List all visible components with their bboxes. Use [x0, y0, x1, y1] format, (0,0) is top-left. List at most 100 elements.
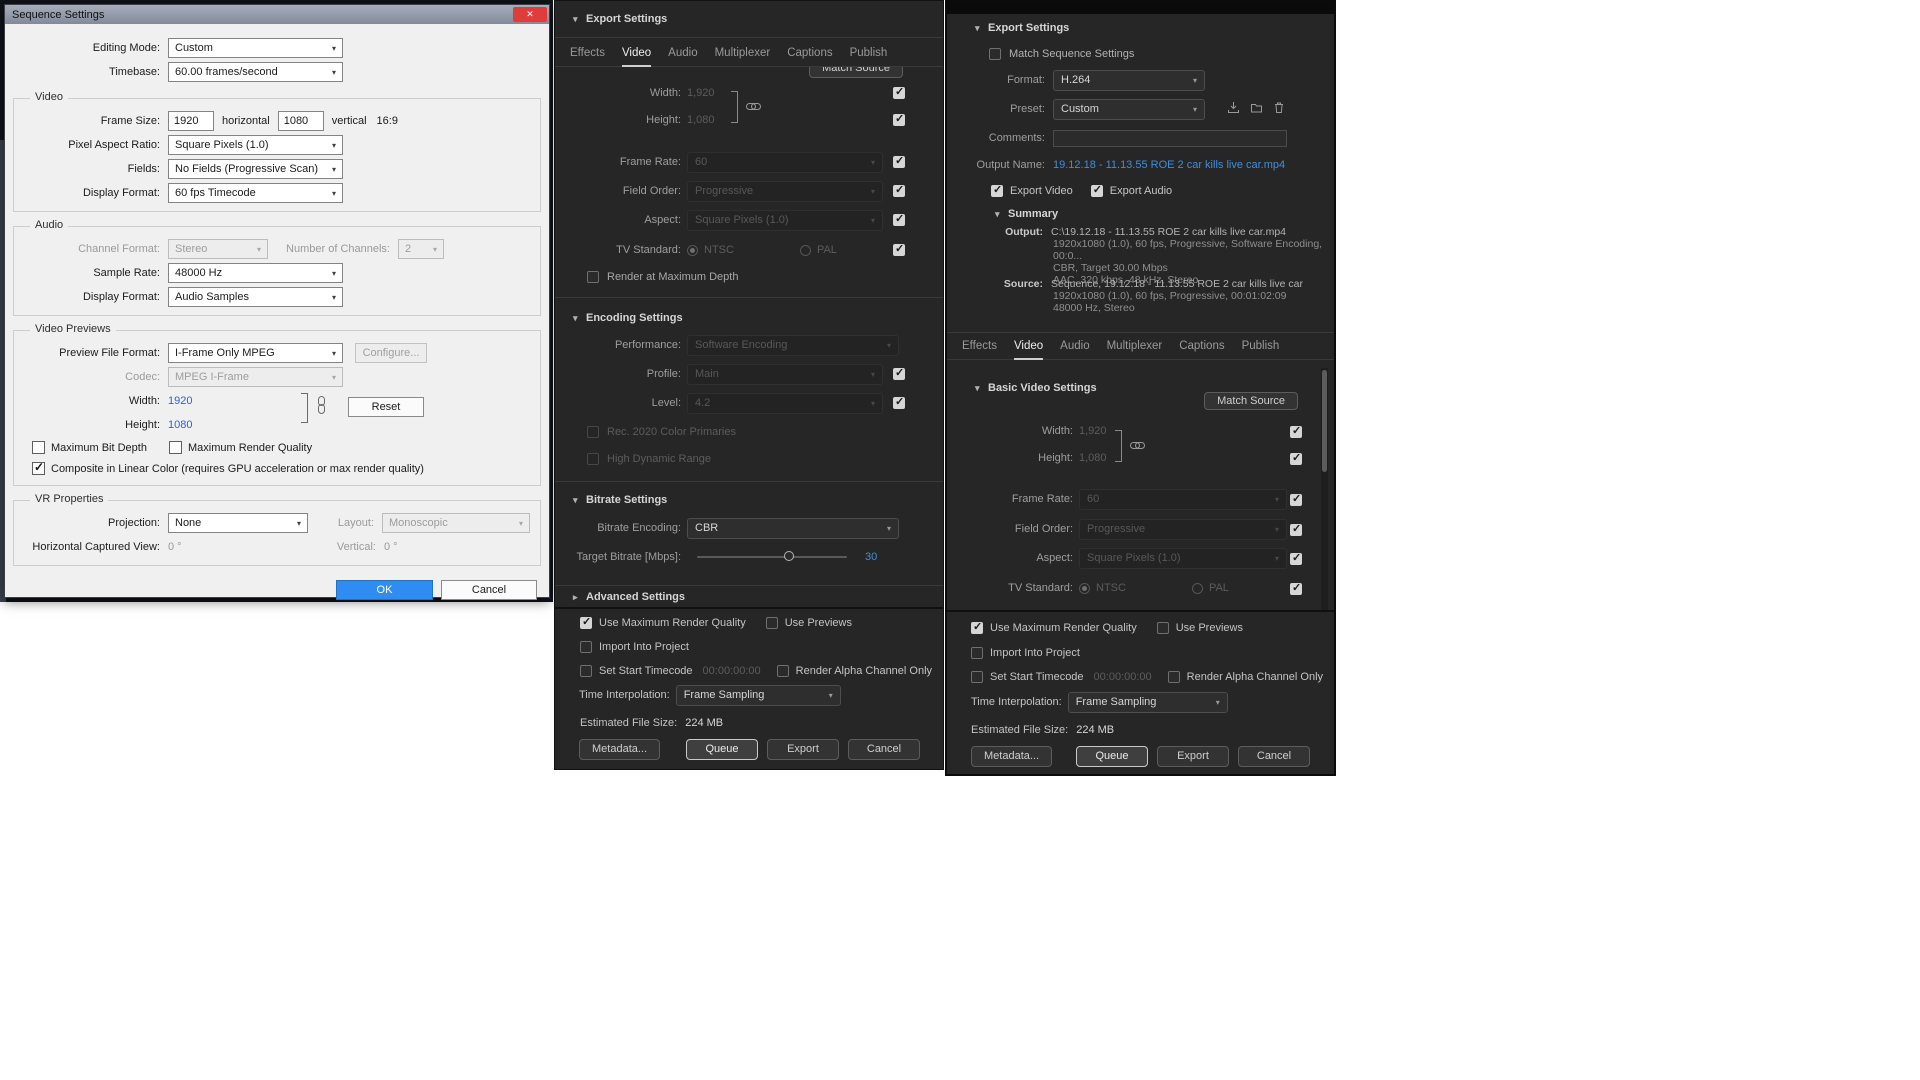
import-preset-icon[interactable]: [1250, 101, 1263, 117]
set-start-timecode-checkbox[interactable]: [580, 665, 592, 677]
editing-mode-select[interactable]: Custom: [168, 38, 343, 58]
use-previews-checkbox[interactable]: [1157, 622, 1169, 634]
tv-standard-checkbox[interactable]: [893, 244, 905, 256]
metadata-button[interactable]: Metadata...: [971, 746, 1052, 767]
width-checkbox[interactable]: [893, 87, 905, 99]
tab-effects[interactable]: Effects: [570, 47, 605, 59]
aspect-checkbox[interactable]: [1290, 553, 1302, 565]
match-sequence-checkbox[interactable]: [989, 48, 1001, 60]
collapse-triangle-icon[interactable]: [995, 209, 1008, 220]
collapse-triangle-icon[interactable]: [573, 313, 586, 324]
ok-button[interactable]: OK: [336, 580, 433, 600]
export-video-checkbox[interactable]: [991, 185, 1003, 197]
bitrate-encoding-select[interactable]: CBR: [687, 518, 899, 539]
close-icon[interactable]: [513, 7, 547, 22]
field-order-checkbox[interactable]: [1290, 524, 1302, 536]
height-checkbox[interactable]: [893, 114, 905, 126]
save-preset-icon[interactable]: [1227, 101, 1240, 117]
tab-audio[interactable]: Audio: [1060, 340, 1089, 352]
fields-select[interactable]: No Fields (Progressive Scan): [168, 159, 343, 179]
set-start-timecode-checkbox[interactable]: [971, 671, 983, 683]
collapse-triangle-icon[interactable]: [573, 592, 586, 603]
dialog-title-bar[interactable]: Sequence Settings: [5, 5, 549, 24]
queue-button[interactable]: Queue: [686, 739, 758, 760]
tab-effects[interactable]: Effects: [962, 340, 997, 352]
width-checkbox[interactable]: [1290, 426, 1302, 438]
timebase-select[interactable]: 60.00 frames/second: [168, 62, 343, 82]
height-checkbox[interactable]: [1290, 453, 1302, 465]
profile-checkbox[interactable]: [893, 368, 905, 380]
import-project-checkbox[interactable]: [971, 647, 983, 659]
cancel-button[interactable]: Cancel: [441, 580, 537, 600]
level-value: 4.2: [695, 397, 710, 409]
export-button[interactable]: Export: [767, 739, 839, 760]
collapse-triangle-icon[interactable]: [573, 495, 586, 506]
frame-rate-checkbox[interactable]: [1290, 494, 1302, 506]
scrollbar-thumb[interactable]: [1322, 370, 1327, 472]
collapse-triangle-icon[interactable]: [573, 14, 586, 25]
time-interpolation-select[interactable]: Frame Sampling: [1068, 692, 1228, 713]
frame-width-input[interactable]: 1920: [168, 111, 214, 131]
advanced-settings-header: Advanced Settings: [555, 587, 943, 607]
tab-video[interactable]: Video: [1014, 340, 1043, 352]
tab-captions[interactable]: Captions: [787, 47, 832, 59]
display-format-select[interactable]: 60 fps Timecode: [168, 183, 343, 203]
composite-linear-checkbox[interactable]: [32, 462, 45, 475]
collapse-triangle-icon[interactable]: [975, 383, 988, 394]
render-max-depth-checkbox[interactable]: [587, 271, 599, 283]
audio-display-select[interactable]: Audio Samples: [168, 287, 343, 307]
slider-handle[interactable]: [784, 551, 794, 561]
frame-rate-checkbox[interactable]: [893, 156, 905, 168]
use-previews-checkbox[interactable]: [766, 617, 778, 629]
field-order-checkbox[interactable]: [893, 185, 905, 197]
tv-standard-label: TV Standard:: [957, 582, 1073, 594]
use-max-render-checkbox[interactable]: [971, 622, 983, 634]
cancel-button[interactable]: Cancel: [848, 739, 920, 760]
aspect-checkbox[interactable]: [893, 214, 905, 226]
tab-video[interactable]: Video: [622, 47, 651, 59]
reset-button[interactable]: Reset: [348, 397, 424, 417]
tab-captions[interactable]: Captions: [1179, 340, 1224, 352]
preview-format-select[interactable]: I-Frame Only MPEG: [168, 343, 343, 363]
pal-label: PAL: [1209, 582, 1229, 594]
export-settings-panel-right: Export Settings Match Sequence Settings …: [945, 0, 1336, 776]
sample-rate-select[interactable]: 48000 Hz: [168, 263, 343, 283]
tab-multiplexer[interactable]: Multiplexer: [1107, 340, 1163, 352]
projection-select[interactable]: None: [168, 513, 308, 533]
tv-standard-checkbox[interactable]: [1290, 583, 1302, 595]
format-select[interactable]: H.264: [1053, 70, 1205, 91]
target-bitrate-value[interactable]: 30: [865, 551, 877, 563]
aspect-select: Square Pixels (1.0): [1079, 548, 1287, 569]
collapse-triangle-icon[interactable]: [975, 23, 988, 34]
output-name-link[interactable]: 19.12.18 - 11.13.55 ROE 2 car kills live…: [1053, 159, 1285, 171]
max-render-quality-checkbox[interactable]: [169, 441, 182, 454]
preview-height-value[interactable]: 1080: [168, 419, 192, 431]
render-alpha-checkbox[interactable]: [1168, 671, 1180, 683]
use-max-render-checkbox[interactable]: [580, 617, 592, 629]
link-icon[interactable]: [1129, 440, 1146, 454]
tab-publish[interactable]: Publish: [1242, 340, 1280, 352]
link-icon[interactable]: [316, 395, 327, 418]
cancel-button[interactable]: Cancel: [1238, 746, 1310, 767]
delete-preset-icon[interactable]: [1273, 101, 1285, 117]
par-select[interactable]: Square Pixels (1.0): [168, 135, 343, 155]
time-interpolation-select[interactable]: Frame Sampling: [676, 685, 841, 706]
target-bitrate-slider[interactable]: [697, 556, 847, 558]
export-button[interactable]: Export: [1157, 746, 1229, 767]
export-audio-checkbox[interactable]: [1091, 185, 1103, 197]
metadata-button[interactable]: Metadata...: [579, 739, 660, 760]
frame-height-input[interactable]: 1080: [278, 111, 324, 131]
import-project-checkbox[interactable]: [580, 641, 592, 653]
render-alpha-checkbox[interactable]: [777, 665, 789, 677]
max-bit-depth-checkbox[interactable]: [32, 441, 45, 454]
tab-audio[interactable]: Audio: [668, 47, 697, 59]
match-source-button[interactable]: Match Source: [1204, 392, 1298, 410]
level-checkbox[interactable]: [893, 397, 905, 409]
link-icon[interactable]: [745, 101, 762, 115]
comments-input[interactable]: [1053, 130, 1287, 147]
queue-button[interactable]: Queue: [1076, 746, 1148, 767]
preview-width-value[interactable]: 1920: [168, 395, 192, 407]
tab-multiplexer[interactable]: Multiplexer: [715, 47, 771, 59]
tab-publish[interactable]: Publish: [850, 47, 888, 59]
preset-select[interactable]: Custom: [1053, 99, 1205, 120]
